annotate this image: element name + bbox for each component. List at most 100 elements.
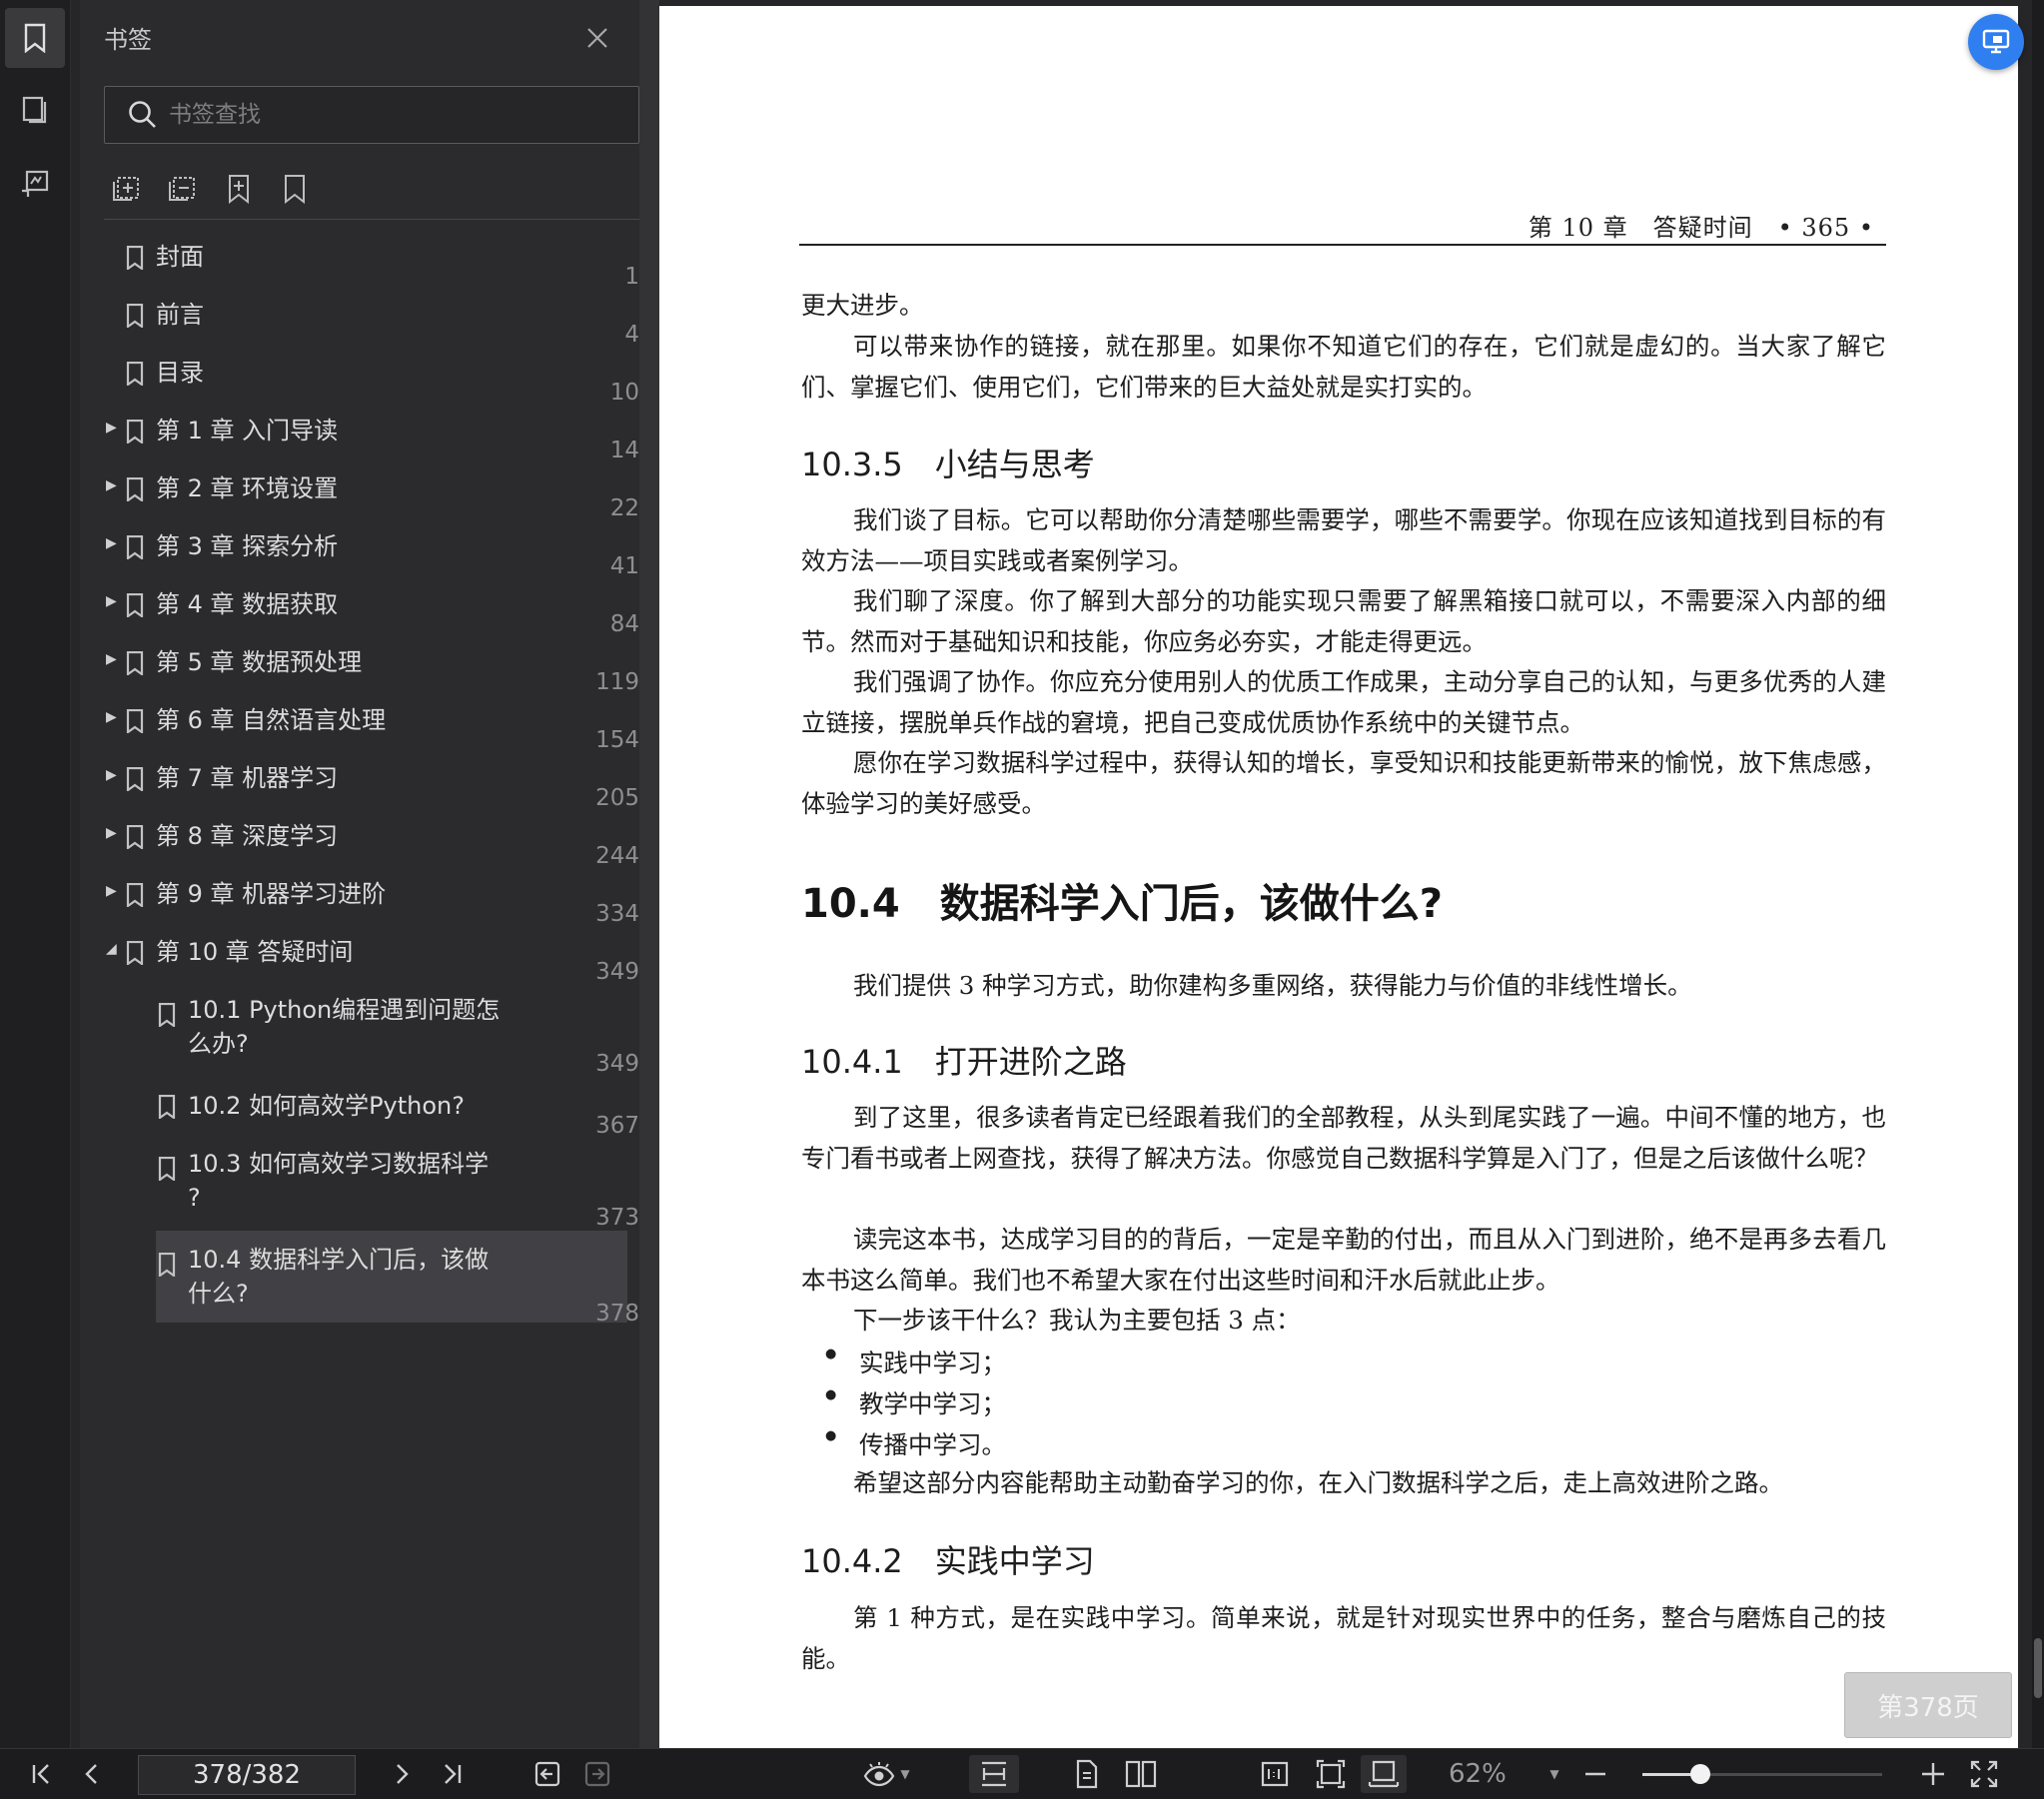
double-page-icon — [1125, 1760, 1157, 1788]
bookmark-label: 前言 — [156, 301, 204, 329]
bookmark-icon — [126, 940, 144, 967]
bookmark-page-number: 378 — [595, 1301, 639, 1327]
bookmark-label: 第 4 章 数据获取 — [156, 590, 339, 618]
section-heading-10-3-5: 10.3.5 小结与思考 — [801, 446, 1095, 483]
paragraph: 愿你在学习数据科学过程中，获得认知的增长，享受知识和技能更新带来的愉悦，放下焦虑… — [801, 748, 1886, 818]
bookmark-label: 第 7 章 机器学习 — [156, 764, 339, 792]
zoom-level[interactable]: 62% — [1449, 1755, 1507, 1793]
expand-arrow-icon[interactable]: ◢ — [106, 941, 117, 957]
bookmark-outline-button[interactable] — [278, 172, 312, 206]
sidebar-rail — [0, 0, 71, 1748]
bookmark-label-line1: 10.4 数据科学入门后，该做 — [188, 1246, 490, 1274]
fit-visible-button[interactable] — [1361, 1755, 1407, 1793]
last-page-button[interactable] — [432, 1755, 472, 1793]
close-panel-button[interactable] — [579, 20, 615, 56]
bookmark-icon — [158, 1094, 176, 1121]
chevron-right-icon — [397, 1764, 409, 1784]
page-thumbnail-icon — [22, 96, 47, 124]
screen-capture-icon — [1982, 29, 2010, 54]
bookmark-label: 第 5 章 数据预处理 — [156, 648, 363, 676]
paragraph: 希望这部分内容能帮助主动勤奋学习的你，在入门数据科学之后，走上高效进阶之路。 — [853, 1468, 1783, 1497]
floating-tool-button[interactable] — [1968, 14, 2024, 70]
expand-arrow-icon[interactable]: ▶ — [106, 593, 117, 609]
running-head-text: 第 10 章 答疑时间 • 365 • — [1528, 214, 1874, 242]
add-sub-bookmark-button[interactable] — [166, 172, 200, 206]
zoom-dropdown-button[interactable]: ▼ — [1542, 1755, 1566, 1793]
fit-width-icon — [982, 1761, 1006, 1787]
bookmark-star-button[interactable] — [222, 172, 256, 206]
bookmark-page-number: 205 — [595, 785, 639, 811]
fullscreen-icon — [1970, 1760, 1998, 1788]
bookmark-icon — [126, 650, 144, 677]
fit-width-button[interactable] — [969, 1755, 1019, 1793]
document-page: 第 10 章 答疑时间 • 365 • 更大进步。 可以带来协作的链接，就在那里… — [659, 6, 2018, 1748]
bookmark-page-number: 22 — [609, 495, 639, 521]
bookmark-label: 第 10 章 答疑时间 — [156, 938, 354, 966]
bookmark-icon — [126, 361, 144, 388]
bookmark-icon — [126, 592, 144, 619]
bookmark-icon — [126, 766, 144, 793]
panel-title: 书签 — [104, 26, 152, 54]
bookmark-tab[interactable] — [5, 8, 65, 68]
bookmark-icon — [126, 824, 144, 851]
thumbnail-tab[interactable] — [5, 80, 65, 140]
bookmark-search-input[interactable] — [167, 101, 610, 129]
double-page-button[interactable] — [1119, 1755, 1163, 1793]
previous-page-button[interactable] — [72, 1755, 112, 1793]
actual-size-button[interactable] — [1253, 1755, 1297, 1793]
bookmark-page-number: 154 — [595, 727, 639, 753]
annotation-icon — [22, 170, 49, 197]
panel-splitter[interactable] — [639, 0, 659, 1748]
paragraph: 下一步该干什么？我认为主要包括 3 点： — [853, 1306, 1301, 1335]
first-page-button[interactable] — [22, 1755, 62, 1793]
bookmark-page-number: 4 — [624, 322, 639, 348]
expand-arrow-icon[interactable]: ▶ — [106, 825, 117, 841]
chevron-down-icon: ▼ — [900, 1767, 910, 1781]
fit-visible-icon — [1368, 1760, 1400, 1788]
eye-protection-button[interactable]: ▼ — [855, 1755, 917, 1793]
scrollbar-thumb[interactable] — [2034, 1638, 2042, 1698]
fullscreen-button[interactable] — [1964, 1755, 2004, 1793]
fit-page-button[interactable] — [1309, 1755, 1353, 1793]
paragraph: 到了这里，很多读者肯定已经跟着我们的全部教程，从头到尾实践了一遍。中间不懂的地方… — [801, 1103, 1886, 1173]
close-icon — [587, 28, 607, 48]
bookmark-label: 目录 — [156, 359, 204, 387]
fit-page-icon — [1316, 1759, 1346, 1789]
bookmark-search-box[interactable] — [104, 86, 639, 144]
bookmark-page-number: 244 — [595, 843, 639, 869]
next-page-button[interactable] — [382, 1755, 422, 1793]
expand-arrow-icon[interactable]: ▶ — [106, 420, 117, 436]
bookmark-page-number: 367 — [595, 1113, 639, 1139]
bookmark-icon — [24, 23, 46, 53]
bookmark-page-number: 14 — [609, 438, 639, 463]
expand-arrow-icon[interactable]: ▶ — [106, 883, 117, 899]
section-heading-10-4-2: 10.4.2 实践中学习 — [801, 1542, 1095, 1580]
bookmark-page-number: 349 — [595, 959, 639, 985]
paragraph: 第 1 种方式，是在实践中学习。简单来说，就是针对现实世界中的任务，整合与磨炼自… — [801, 1603, 1886, 1673]
expand-arrow-icon[interactable]: ▶ — [106, 535, 117, 551]
vertical-scrollbar[interactable] — [2032, 0, 2044, 1748]
paragraph: 更大进步。 — [801, 291, 924, 320]
single-page-button[interactable] — [1065, 1755, 1109, 1793]
expand-arrow-icon[interactable]: ▶ — [106, 709, 117, 725]
bookmark-icon — [126, 882, 144, 909]
expand-arrow-icon[interactable]: ▶ — [106, 651, 117, 667]
bookmark-label: 第 2 章 环境设置 — [156, 474, 339, 502]
bookmark-toolbar — [110, 172, 312, 206]
expand-arrow-icon[interactable]: ▶ — [106, 477, 117, 493]
forward-view-button[interactable] — [577, 1755, 617, 1793]
back-view-button[interactable] — [527, 1755, 567, 1793]
bookmark-label-line1: 10.3 如何高效学习数据科学 — [188, 1150, 490, 1178]
annotation-tab[interactable] — [5, 154, 65, 214]
bookmark-icon — [126, 708, 144, 735]
first-page-icon — [32, 1764, 49, 1784]
bookmark-label-line1: 10.1 Python编程遇到问题怎 — [188, 996, 501, 1024]
expand-arrow-icon[interactable]: ▶ — [106, 767, 117, 783]
zoom-out-button[interactable] — [1578, 1755, 1612, 1793]
zoom-in-button[interactable] — [1916, 1755, 1950, 1793]
add-bookmark-button[interactable] — [110, 172, 144, 206]
paragraph: 我们聊了深度。你了解到大部分的功能实现只需要了解黑箱接口就可以，不需要深入内部的… — [801, 586, 1886, 656]
paragraph: 我们提供 3 种学习方式，助你建构多重网络，获得能力与价值的非线性增长。 — [853, 971, 1692, 1000]
page-number-input[interactable] — [138, 1755, 356, 1795]
zoom-slider-knob[interactable] — [1689, 1764, 1710, 1784]
